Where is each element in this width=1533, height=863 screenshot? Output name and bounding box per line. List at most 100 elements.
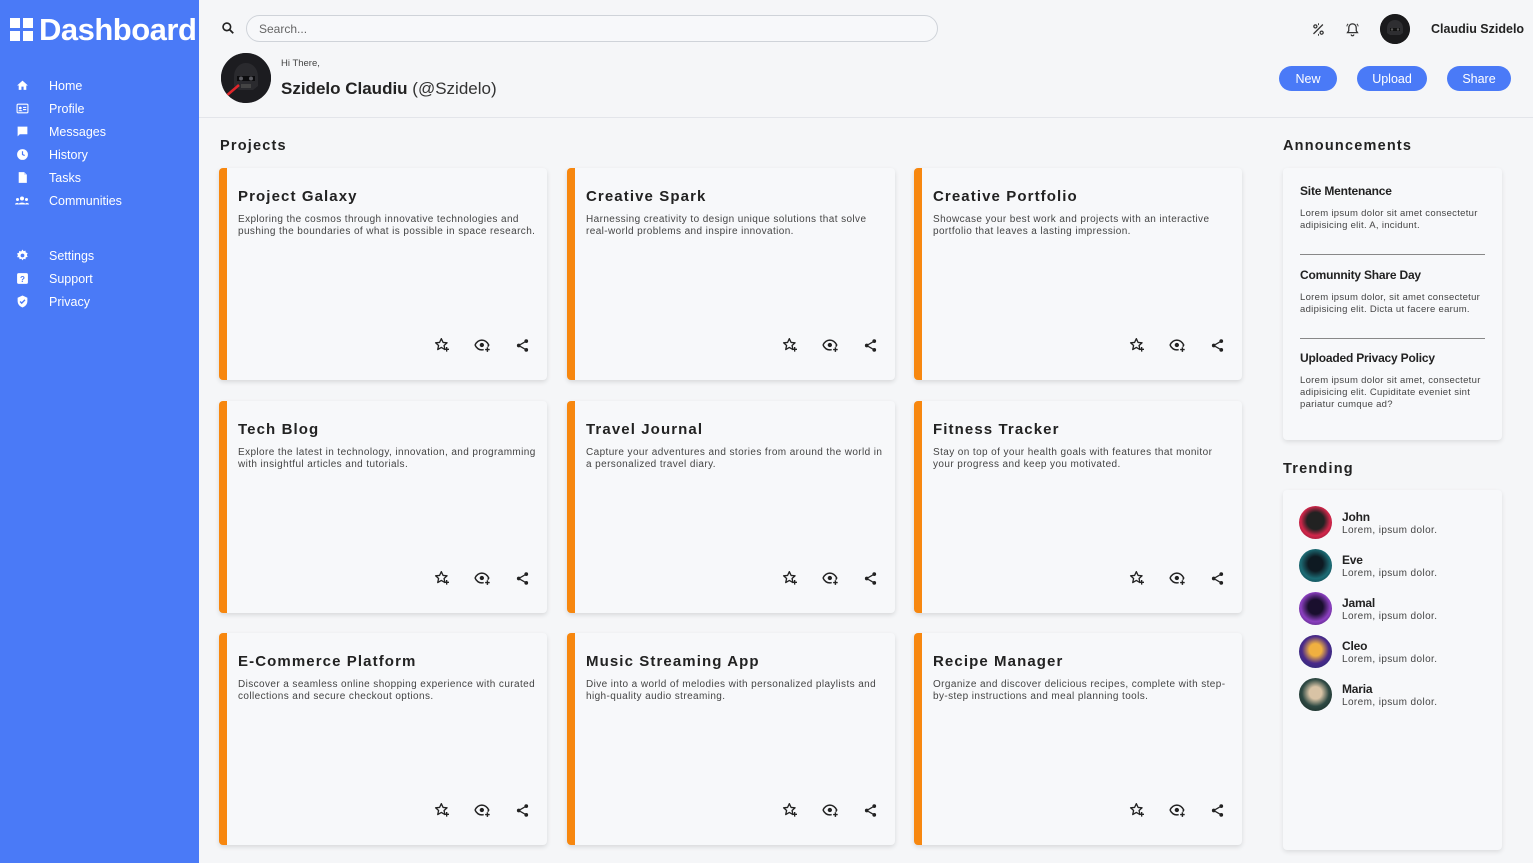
sidebar: Dashboard Home Profile Messages History [0,0,199,863]
announcement-item[interactable]: Comunnity Share Day Lorem ipsum dolor, s… [1300,268,1485,316]
profile-avatar[interactable] [221,53,271,103]
share-icon[interactable] [513,336,531,354]
help-icon: ? [15,272,29,286]
share-icon[interactable] [861,336,879,354]
sidebar-item-history[interactable]: History [0,143,199,166]
project-title: Creative Portfolio [933,188,1078,205]
project-card[interactable]: E-Commerce Platform Discover a seamless … [219,633,547,845]
announcement-text: Lorem ipsum dolor sit amet, consectetur … [1300,375,1481,410]
share-icon[interactable] [1208,336,1226,354]
avatar [1299,506,1332,539]
main-nav: Home Profile Messages History Tasks Comm… [0,74,199,212]
share-icon[interactable] [1208,801,1226,819]
star-icon[interactable] [433,569,451,587]
watch-icon[interactable] [1168,801,1186,819]
announcement-item[interactable]: Uploaded Privacy Policy Lorem ipsum dolo… [1300,351,1485,411]
search-input[interactable] [246,15,938,42]
card-actions [781,801,879,819]
trending-text: Lorem, ipsum dolor. [1342,653,1438,665]
project-title: Recipe Manager [933,653,1064,670]
share-icon[interactable] [861,801,879,819]
clock-icon [15,148,29,162]
secondary-nav: Settings ? Support Privacy [0,244,199,313]
sidebar-item-messages[interactable]: Messages [0,120,199,143]
trending-title: Trending [1283,461,1354,477]
star-icon[interactable] [781,336,799,354]
project-title: Music Streaming App [586,653,760,670]
card-actions [1128,569,1226,587]
project-card[interactable]: Travel Journal Capture your adventures a… [567,401,895,613]
project-card[interactable]: Creative Portfolio Showcase your best wo… [914,168,1242,380]
star-icon[interactable] [781,801,799,819]
share-icon[interactable] [513,569,531,587]
project-card[interactable]: Project Galaxy Exploring the cosmos thro… [219,168,547,380]
share-icon[interactable] [513,801,531,819]
project-description: Organize and discover delicious recipes,… [933,679,1226,702]
trending-item[interactable]: John Lorem, ipsum dolor. [1299,506,1437,539]
project-description: Capture your adventures and stories from… [586,447,883,470]
card-actions [433,336,531,354]
new-button[interactable]: New [1279,66,1337,91]
project-card[interactable]: Fitness Tracker Stay on top of your heal… [914,401,1242,613]
watch-icon[interactable] [473,569,491,587]
card-actions [781,336,879,354]
username[interactable]: Claudiu Szidelo [1431,22,1524,36]
sidebar-item-label: Communities [49,193,122,208]
star-icon[interactable] [433,801,451,819]
sidebar-item-support[interactable]: ? Support [0,267,199,290]
watch-icon[interactable] [473,801,491,819]
sidebar-item-communities[interactable]: Communities [0,189,199,212]
search-icon[interactable] [221,21,237,37]
profile-name: Szidelo Claudiu (@Szidelo) [281,79,497,99]
trending-item[interactable]: Maria Lorem, ipsum dolor. [1299,678,1437,711]
sidebar-item-settings[interactable]: Settings [0,244,199,267]
card-actions [1128,336,1226,354]
announcement-item[interactable]: Site Mentenance Lorem ipsum dolor sit am… [1300,184,1485,232]
avatar [1299,635,1332,668]
avatar[interactable] [1380,14,1410,44]
bell-icon[interactable] [1343,20,1361,38]
project-card[interactable]: Music Streaming App Dive into a world of… [567,633,895,845]
watch-icon[interactable] [1168,569,1186,587]
watch-icon[interactable] [1168,336,1186,354]
profile-full-name: Szidelo Claudiu [281,79,408,98]
star-icon[interactable] [781,569,799,587]
trending-text: Lorem, ipsum dolor. [1342,567,1438,579]
trending-item[interactable]: Eve Lorem, ipsum dolor. [1299,549,1437,582]
star-icon[interactable] [1128,336,1146,354]
watch-icon[interactable] [821,336,839,354]
project-title: Project Galaxy [238,188,358,205]
watch-icon[interactable] [821,801,839,819]
do-not-disturb-icon[interactable] [1309,20,1327,38]
sidebar-item-label: History [49,147,88,162]
project-card[interactable]: Tech Blog Explore the latest in technolo… [219,401,547,613]
share-icon[interactable] [861,569,879,587]
project-title: Fitness Tracker [933,421,1060,438]
sidebar-item-tasks[interactable]: Tasks [0,166,199,189]
home-icon [15,79,29,93]
logo[interactable]: Dashboard [10,12,197,48]
watch-icon[interactable] [473,336,491,354]
project-description: Explore the latest in technology, innova… [238,447,536,470]
trending-name: Maria [1342,681,1373,696]
sidebar-item-profile[interactable]: Profile [0,97,199,120]
trending-text: Lorem, ipsum dolor. [1342,610,1438,622]
upload-button[interactable]: Upload [1357,66,1427,91]
star-icon[interactable] [1128,801,1146,819]
profile-card-icon [15,102,29,116]
trending-item[interactable]: Jamal Lorem, ipsum dolor. [1299,592,1437,625]
project-card[interactable]: Recipe Manager Organize and discover del… [914,633,1242,845]
watch-icon[interactable] [821,569,839,587]
share-button[interactable]: Share [1447,66,1511,91]
announcement-text: Lorem ipsum dolor sit amet consectetur a… [1300,208,1478,231]
star-icon[interactable] [433,336,451,354]
sidebar-item-home[interactable]: Home [0,74,199,97]
project-card[interactable]: Creative Spark Harnessing creativity to … [567,168,895,380]
announcement-title: Site Mentenance [1300,184,1392,198]
project-description: Showcase your best work and projects wit… [933,214,1210,237]
trending-item[interactable]: Cleo Lorem, ipsum dolor. [1299,635,1437,668]
star-icon[interactable] [1128,569,1146,587]
sidebar-item-privacy[interactable]: Privacy [0,290,199,313]
share-icon[interactable] [1208,569,1226,587]
card-actions [781,569,879,587]
